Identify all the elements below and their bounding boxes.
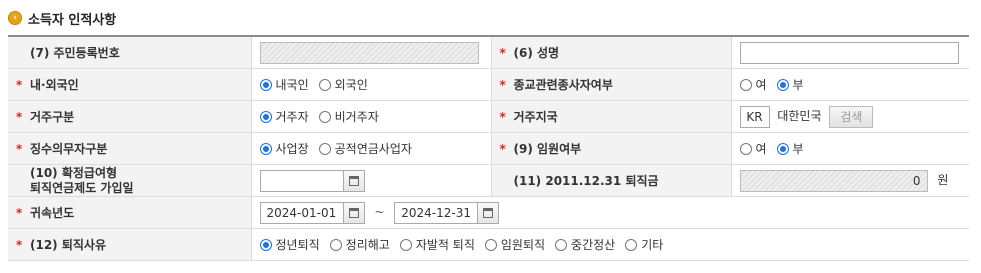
radio-unchecked-icon [739, 78, 752, 91]
radio-workplace[interactable]: 사업장 [259, 140, 309, 157]
label-religion: * 종교관련종사자여부 [491, 68, 732, 101]
section-header: › 소득자 인적사항 [8, 8, 116, 28]
residency-radio-group: 거주자 비거주자 [259, 108, 483, 125]
country-search-button[interactable]: 검색 [829, 105, 874, 128]
form-row: * 내·외국인 내국인 외국인 * 종교관련종사자여부 여 부 [8, 68, 969, 101]
radio-domestic[interactable]: 내국인 [259, 76, 309, 93]
label-country: * 거주지국 [491, 100, 732, 133]
required-mark: * [16, 206, 23, 220]
country-name: 대한민국 [777, 109, 822, 123]
calendar-icon[interactable] [342, 169, 365, 192]
chevron-right-icon: › [8, 11, 22, 25]
radio-public-pension[interactable]: 공적연금사업자 [318, 140, 412, 157]
country-code-input[interactable]: KR [739, 105, 770, 128]
period-separator: ~ [374, 205, 385, 219]
calendar-icon[interactable] [477, 201, 500, 224]
radio-reason-other[interactable]: 기타 [625, 236, 663, 253]
period-from-input[interactable]: 2024-01-01 [259, 201, 344, 224]
radio-reason-voluntary[interactable]: 자발적 퇴직 [399, 236, 475, 253]
label-reason: * (12) 퇴직사유 [8, 228, 252, 261]
label-withholding: * 징수의무자구분 [8, 132, 252, 165]
radio-checked-icon [259, 78, 272, 91]
db-pension-date-input[interactable] [259, 169, 344, 192]
radio-unchecked-icon [484, 238, 497, 251]
label-executive: * (9) 임원여부 [491, 132, 732, 165]
radio-foreign[interactable]: 외국인 [318, 76, 368, 93]
section-title: 소득자 인적사항 [28, 12, 117, 28]
income-earner-form: (7) 주민등록번호 * (6) 성명 * 내·외국인 내국인 외국인 * 종교관련종… [8, 35, 969, 261]
radio-unchecked-icon [318, 142, 331, 155]
label-nationality: * 내·외국인 [8, 68, 252, 101]
required-mark: * [499, 142, 506, 156]
form-row: (10) 확정급여형 퇴직연금제도 가입일 (11) 2011.12.31 퇴직… [8, 164, 969, 197]
required-mark: * [499, 110, 506, 124]
required-mark: * [16, 142, 23, 156]
radio-religion-yes[interactable]: 여 [739, 76, 767, 93]
radio-unchecked-icon [555, 238, 568, 251]
nationality-radio-group: 내국인 외국인 [259, 76, 483, 93]
radio-checked-icon [259, 238, 272, 251]
calendar-icon[interactable] [342, 201, 365, 224]
label-severance-2011: (11) 2011.12.31 퇴직금 [491, 164, 732, 197]
radio-unchecked-icon [329, 238, 342, 251]
radio-reason-retirement[interactable]: 정년퇴직 [259, 236, 320, 253]
radio-unchecked-icon [318, 110, 331, 123]
label-residency: * 거주구분 [8, 100, 252, 133]
religion-radio-group: 여 부 [739, 76, 962, 93]
radio-nonresident[interactable]: 비거주자 [318, 108, 379, 125]
name-input[interactable] [739, 41, 959, 64]
radio-reason-interim[interactable]: 중간정산 [555, 236, 615, 253]
label-name: * (6) 성명 [491, 36, 732, 69]
period-to-input[interactable]: 2024-12-31 [394, 201, 479, 224]
form-row: (7) 주민등록번호 * (6) 성명 [8, 36, 969, 69]
label-db-pension: (10) 확정급여형 퇴직연금제도 가입일 [8, 164, 252, 197]
radio-unchecked-icon [625, 238, 638, 251]
label-period: * 귀속년도 [8, 196, 252, 229]
required-mark: * [16, 78, 23, 92]
radio-unchecked-icon [399, 238, 412, 251]
radio-reason-executive[interactable]: 임원퇴직 [484, 236, 545, 253]
radio-religion-no[interactable]: 부 [776, 76, 804, 93]
withholding-radio-group: 사업장 공적연금사업자 [259, 140, 483, 157]
required-mark: * [499, 78, 506, 92]
label-resident-no: (7) 주민등록번호 [8, 36, 252, 69]
radio-checked-icon [776, 142, 789, 155]
radio-checked-icon [259, 110, 272, 123]
radio-executive-yes[interactable]: 여 [739, 140, 767, 157]
required-mark: * [499, 46, 506, 60]
executive-radio-group: 여 부 [739, 140, 962, 157]
unit-label: 원 [937, 173, 949, 187]
form-row: * 귀속년도 2024-01-01 ~ 2024-12-31 [8, 196, 969, 229]
radio-checked-icon [259, 142, 272, 155]
radio-checked-icon [776, 78, 789, 91]
required-mark: * [16, 238, 23, 252]
resident-no-input[interactable] [259, 41, 479, 64]
severance-2011-input[interactable]: 0 [739, 169, 928, 192]
radio-unchecked-icon [318, 78, 331, 91]
form-row: * 징수의무자구분 사업장 공적연금사업자 * (9) 임원여부 여 부 [8, 132, 969, 165]
form-row: * 거주구분 거주자 비거주자 * 거주지국 KR 대한민국 검색 [8, 100, 969, 133]
reason-radio-group: 정년퇴직 정리해고 자발적 퇴직 임원퇴직 중간정산 기타 [259, 236, 962, 253]
radio-reason-layoff[interactable]: 정리해고 [329, 236, 390, 253]
radio-unchecked-icon [739, 142, 752, 155]
radio-resident[interactable]: 거주자 [259, 108, 309, 125]
required-mark: * [16, 110, 23, 124]
form-row: * (12) 퇴직사유 정년퇴직 정리해고 자발적 퇴직 임원퇴직 중간정산 기타 [8, 228, 969, 261]
radio-executive-no[interactable]: 부 [776, 140, 804, 157]
